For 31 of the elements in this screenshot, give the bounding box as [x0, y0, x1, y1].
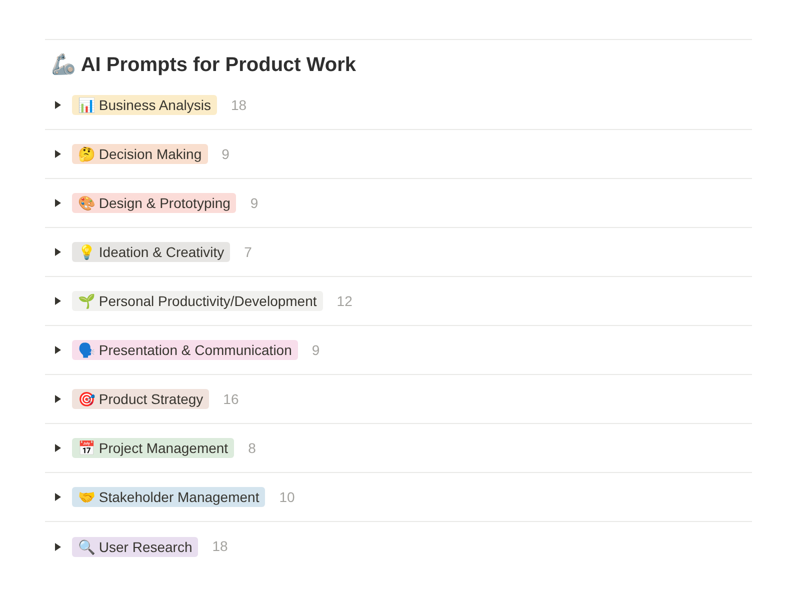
toggle-icon[interactable] — [53, 443, 63, 453]
group-tag: 🗣 Presentation & Communication — [72, 340, 298, 360]
group-count: 9 — [312, 340, 320, 360]
group-count: 8 — [248, 438, 256, 458]
group-tag: 📅 Project Management — [72, 438, 234, 458]
toggle-icon[interactable] — [53, 345, 63, 355]
page-title: 🦾 AI Prompts for Product Work — [50, 52, 358, 78]
toggle-icon[interactable] — [53, 394, 63, 404]
toggle-icon[interactable] — [53, 247, 63, 257]
group-tag: 🔍 User Research — [72, 536, 198, 556]
group-count: 10 — [279, 488, 295, 506]
toggle-icon[interactable] — [53, 149, 63, 159]
group-count: 18 — [212, 537, 228, 556]
group-tag: 💡 Ideation & Creativity — [72, 242, 230, 262]
group-count: 12 — [336, 292, 352, 310]
group-count: 9 — [250, 194, 258, 212]
group-tag: 🤔 Decision Making — [72, 144, 208, 164]
group-tag: 🌱 Personal Productivity/Development — [72, 291, 323, 311]
toggle-icon[interactable] — [53, 198, 63, 208]
group-tag: 🎨 Design & Prototyping — [72, 193, 236, 213]
group-tag: 📊 Business Analysis — [72, 95, 217, 115]
toggle-icon[interactable] — [53, 542, 63, 552]
group-count: 18 — [230, 96, 247, 114]
toggle-icon[interactable] — [53, 296, 63, 306]
group-tag: 🎯 Product Strategy — [72, 389, 210, 409]
toggle-icon[interactable] — [53, 100, 63, 110]
group-tag: 🤝 Stakeholder Management — [72, 487, 266, 507]
group-count: 9 — [222, 144, 230, 164]
group-count: 16 — [223, 390, 239, 408]
toggle-icon[interactable] — [53, 492, 63, 502]
group-count: 7 — [244, 242, 252, 262]
